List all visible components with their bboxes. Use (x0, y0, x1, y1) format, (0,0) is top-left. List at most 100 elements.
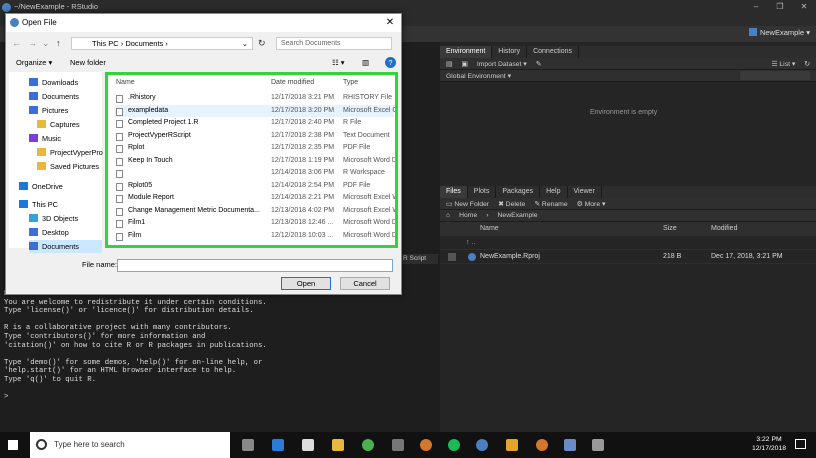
file-row[interactable]: Rplot 12/17/2018 2:35 PM PDF File (114, 142, 394, 155)
back-icon[interactable]: ← (12, 37, 21, 49)
broom-icon[interactable]: ✎ (536, 60, 542, 68)
nav-item[interactable]: Downloads (29, 76, 78, 89)
app-icon[interactable] (392, 439, 404, 451)
console-output[interactable]: R is free software and comes with ABSOLU… (4, 290, 267, 402)
tab-environment[interactable]: Environment (440, 46, 493, 58)
source-tab[interactable]: R Script (400, 254, 438, 264)
tab-packages[interactable]: Packages (496, 186, 541, 198)
nav-item[interactable]: Desktop (29, 226, 69, 239)
file-row[interactable]: Keep In Touch 12/17/2018 1:19 PM Microsoft… (114, 155, 395, 168)
file-row[interactable]: .Rhistory 12/17/2018 3:21 PM RHISTORY File (114, 92, 394, 105)
file-row[interactable]: Module Report 12/14/2018 2:21 PM Microsoft… (114, 192, 395, 205)
app-icon[interactable] (592, 439, 604, 451)
import-dataset-button[interactable]: Import Dataset ▾ (477, 60, 527, 68)
tab-plots[interactable]: Plots (468, 186, 497, 198)
app-icon[interactable] (536, 439, 548, 451)
new-folder-button[interactable]: ▭ New Folder (446, 200, 489, 208)
refresh-icon[interactable]: ↻ (258, 37, 266, 49)
nav-item[interactable]: Saved Pictures (37, 160, 99, 173)
save-icon[interactable]: ▣ (461, 60, 467, 68)
nav-item[interactable]: Captures (37, 118, 80, 131)
new-folder-button[interactable]: New folder (70, 56, 106, 70)
home-icon[interactable]: ⌂ (446, 212, 450, 219)
preview-pane-icon[interactable]: ▥ (362, 56, 369, 70)
file-name: Keep In Touch (128, 156, 173, 164)
file-name-input[interactable] (117, 259, 393, 272)
chevron-down-icon[interactable]: ⌄ (242, 38, 248, 49)
file-row[interactable]: Film 12/12/2018 10:03 ... Microsoft Word D (114, 230, 395, 243)
taskbar-search-input[interactable]: Type here to search (30, 432, 230, 458)
nav-item[interactable]: Documents (29, 90, 79, 103)
checkbox[interactable] (448, 252, 456, 261)
global-environment-dropdown[interactable]: Global Environment ▾ (446, 72, 511, 80)
column-date-modified[interactable]: Date modified (271, 79, 314, 86)
rstudio-taskbar-icon[interactable] (476, 439, 488, 451)
app-icon[interactable] (564, 439, 576, 451)
file-row[interactable]: Completed Project 1.R 12/17/2018 2:40 PM R… (114, 117, 394, 130)
column-modified[interactable]: Modified (711, 225, 737, 232)
app-icon[interactable] (506, 439, 518, 451)
column-type[interactable]: Type (343, 79, 358, 86)
address-bar[interactable]: This PC › Documents › ⌄ (71, 37, 253, 50)
tab-help[interactable]: Help (540, 186, 568, 198)
minimize-icon[interactable]: – (744, 0, 768, 14)
edge-icon[interactable] (272, 439, 284, 451)
file-row[interactable]: 12/14/2018 3:06 PM R Workspace (114, 167, 394, 180)
nav-item[interactable]: ProjectVyperPro (37, 146, 103, 159)
nav-item[interactable]: Music (29, 132, 61, 145)
file-row[interactable]: ProjectVyperRScript 12/17/2018 2:38 PM Tex… (114, 130, 394, 143)
file-explorer-icon[interactable] (332, 439, 344, 451)
spotify-icon[interactable] (448, 439, 460, 451)
mail-icon[interactable] (302, 439, 314, 451)
breadcrumb-home[interactable]: Home (459, 212, 477, 219)
tab-history[interactable]: History (492, 46, 528, 58)
rename-button[interactable]: ✎ Rename (534, 200, 567, 208)
notification-icon[interactable] (795, 439, 806, 449)
forward-icon[interactable]: → (28, 37, 37, 49)
tab-files[interactable]: Files (440, 186, 468, 198)
list-view-button[interactable]: ☰ List ▾ (771, 60, 795, 68)
nav-item[interactable]: 3D Objects (29, 212, 78, 225)
close-icon[interactable]: ✕ (792, 0, 816, 14)
nav-item[interactable]: Pictures (29, 104, 68, 117)
cancel-button[interactable]: Cancel (340, 277, 390, 290)
project-menu[interactable]: NewExample ▾ (748, 28, 810, 37)
task-view-icon[interactable] (242, 439, 254, 451)
tab-connections[interactable]: Connections (527, 46, 579, 58)
file-row[interactable]: Rplot05 12/14/2018 2:54 PM PDF File (114, 180, 394, 193)
file-row[interactable]: Film1 12/13/2018 12:46 ... Microsoft Word … (114, 217, 395, 230)
more-button[interactable]: ⚙ More ▾ (577, 200, 606, 208)
files-up-row[interactable]: ↑ .. (440, 236, 816, 250)
recent-dropdown-icon[interactable]: ⌄ (42, 37, 50, 49)
delete-button[interactable]: ✖ Delete (498, 200, 525, 208)
open-icon[interactable]: ▤ (446, 60, 452, 68)
breadcrumb-folder[interactable]: NewExample (498, 212, 538, 219)
refresh-icon[interactable]: ↻ (804, 60, 810, 68)
help-icon[interactable]: ? (385, 57, 396, 68)
table-row[interactable]: NewExample.Rproj 218 B Dec 17, 2018, 3:2… (440, 250, 816, 264)
open-button[interactable]: Open (281, 277, 331, 290)
column-name[interactable]: Name (480, 225, 663, 232)
nav-item-label: Music (42, 134, 62, 143)
up-icon[interactable]: ↑ (56, 37, 61, 49)
nav-item[interactable]: Documents (29, 240, 102, 253)
dialog-close-icon[interactable]: ✕ (383, 16, 397, 30)
system-clock[interactable]: 3:22 PM 12/17/2018 (752, 435, 786, 453)
search-input[interactable]: Search Documents (276, 37, 392, 50)
organize-button[interactable]: Organize ▾ (16, 56, 52, 70)
file-row[interactable]: exampledata 12/17/2018 3:20 PM Microsoft E… (114, 104, 395, 117)
chrome-icon[interactable] (362, 439, 374, 451)
file-row[interactable]: Change Management Metric Documenta... 12/… (114, 205, 395, 218)
app-icon[interactable] (420, 439, 432, 451)
environment-search-input[interactable] (740, 71, 810, 80)
maximize-icon[interactable]: ❐ (768, 0, 792, 14)
file-name[interactable]: NewExample.Rproj (480, 253, 663, 260)
column-name[interactable]: Name (116, 79, 135, 86)
nav-item-label: ProjectVyperPro (50, 148, 103, 157)
nav-item[interactable]: OneDrive (19, 180, 63, 193)
start-icon[interactable] (8, 440, 18, 450)
tab-viewer[interactable]: Viewer (568, 186, 602, 198)
view-options-icon[interactable]: ☷ ▾ (332, 56, 345, 70)
nav-item[interactable]: This PC (19, 198, 58, 211)
column-size[interactable]: Size (663, 225, 711, 232)
